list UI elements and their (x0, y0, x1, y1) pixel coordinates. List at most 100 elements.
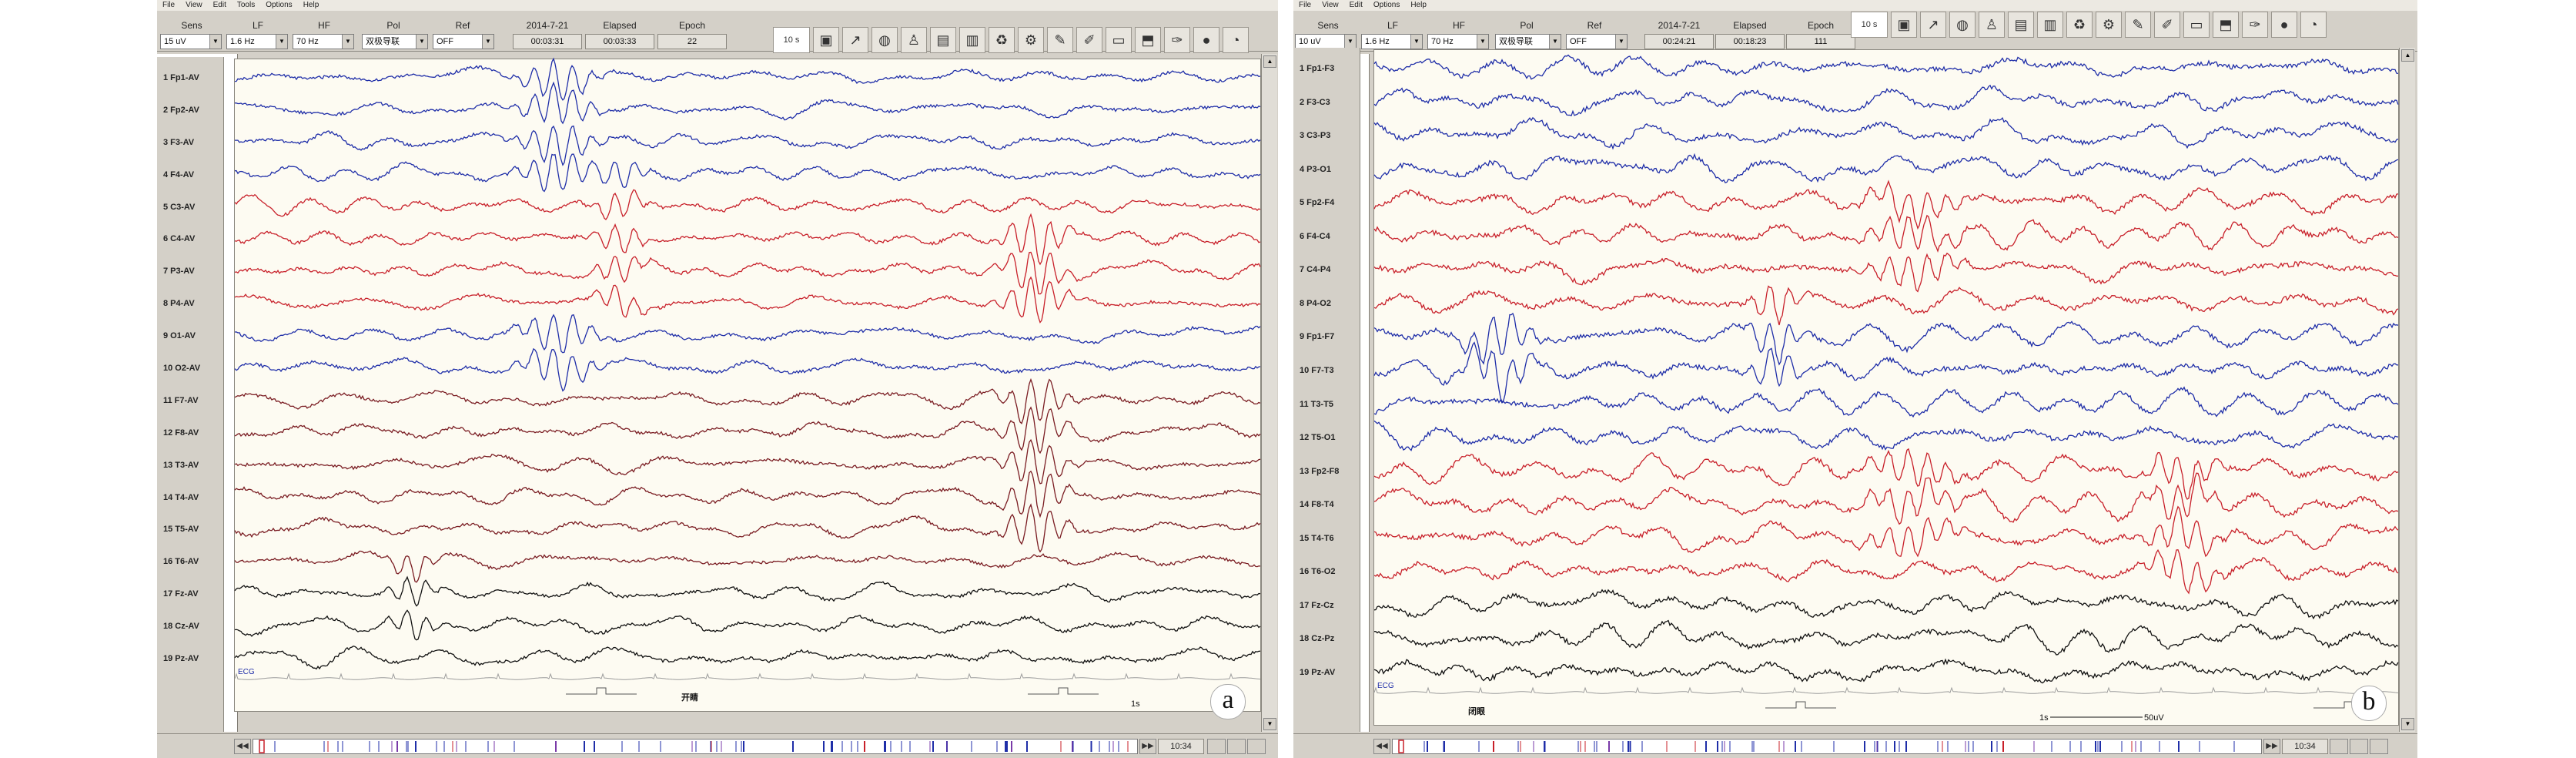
folder-icon[interactable]: ⬒ (2213, 12, 2239, 38)
speed-select[interactable]: 10 s (773, 27, 810, 53)
recording-timeline[interactable] (253, 739, 1138, 754)
menu-help[interactable]: Help (298, 0, 325, 10)
pol-select[interactable]: 双极导联 ▼ (362, 34, 428, 49)
globe-icon[interactable]: ◍ (1949, 12, 1975, 38)
forward-button[interactable]: ▶▶ (2263, 739, 2280, 754)
menu-view[interactable]: View (180, 0, 208, 10)
channel-label: 7 P3-AV (163, 267, 195, 277)
ruler-icon[interactable]: ▭ (1106, 27, 1132, 53)
eeg-trace-14 (234, 470, 1261, 518)
vertical-scrollbar[interactable]: ▲ ▼ (2399, 48, 2415, 732)
view-mode-button[interactable] (2330, 739, 2348, 754)
timeline-cursor[interactable] (259, 740, 265, 753)
edit-icon[interactable]: ✐ (2154, 12, 2180, 38)
rewind-button[interactable]: ◀◀ (1373, 739, 1390, 754)
recycle-icon[interactable]: ♻ (989, 27, 1015, 53)
settings-icon[interactable]: ⚙ (2096, 12, 2122, 38)
ruler-icon[interactable]: ▭ (2183, 12, 2210, 38)
menu-file[interactable]: File (157, 0, 180, 10)
hf-value: 70 Hz (1431, 37, 1454, 46)
channel-label: 15 T4-T6 (1300, 533, 1334, 543)
brush-icon[interactable]: ✑ (2242, 12, 2268, 38)
toolbar: 10 s ▣ ↗ ◍ ♙ ▤ ▥ ♻ ⚙ ✎ ✐ ▭ ⬒ ✑ ● ◔ (773, 26, 1249, 54)
menu-edit[interactable]: Edit (208, 0, 232, 10)
panel-label: b (2351, 686, 2387, 721)
eeg-trace-2 (1373, 84, 2399, 117)
menu-options[interactable]: Options (1368, 0, 1405, 10)
eeg-traces: ECG 开睛 1s (234, 57, 1261, 709)
sens-value: 10 uV (1299, 37, 1321, 46)
book-icon[interactable]: ▥ (2037, 12, 2063, 38)
lf-select[interactable]: 1.6 Hz ▼ (1361, 34, 1423, 49)
hf-select[interactable]: 70 Hz ▼ (293, 34, 354, 49)
person-icon[interactable]: ♙ (901, 27, 927, 53)
trigger-pulse (1765, 701, 1836, 709)
chevron-down-icon: ▼ (342, 35, 353, 49)
scroll-down-button[interactable]: ▼ (2401, 718, 2414, 730)
print-icon[interactable]: ▤ (930, 27, 956, 53)
scroll-up-button[interactable]: ▲ (1263, 55, 1276, 68)
menu-tools[interactable]: Tools (232, 0, 260, 10)
menu-view[interactable]: View (1316, 0, 1344, 10)
eeg-trace-19 (1373, 658, 2399, 684)
view-mode-button[interactable] (1207, 739, 1226, 754)
layout-button[interactable] (2350, 739, 2368, 754)
menu-options[interactable]: Options (260, 0, 297, 10)
channel-label: 4 P3-O1 (1300, 164, 1331, 174)
folder-icon[interactable]: ⬒ (1135, 27, 1161, 53)
scroll-up-button[interactable]: ▲ (2401, 49, 2414, 62)
spectrum-icon[interactable]: ◔ (2300, 12, 2327, 38)
circle-icon[interactable]: ● (1193, 27, 1219, 53)
channel-label: 2 F3-C3 (1300, 97, 1330, 107)
menu-file[interactable]: File (1293, 0, 1316, 10)
ref-select[interactable]: OFF ▼ (1566, 34, 1628, 49)
chart-icon[interactable]: ↗ (1920, 12, 1946, 38)
rewind-button[interactable]: ◀◀ (234, 739, 251, 754)
bottom-time: 10:34 (1158, 739, 1204, 754)
vertical-scrollbar[interactable]: ▲ ▼ (1261, 54, 1277, 732)
lf-select[interactable]: 1.6 Hz ▼ (226, 34, 288, 49)
circle-icon[interactable]: ● (2271, 12, 2297, 38)
save-icon[interactable]: ▣ (1891, 12, 1917, 38)
chart-icon[interactable]: ↗ (842, 27, 868, 53)
sens-select[interactable]: 10 uV ▼ (1295, 34, 1357, 49)
marker-icon[interactable]: ✎ (2125, 12, 2151, 38)
edit-icon[interactable]: ✐ (1076, 27, 1102, 53)
scroll-down-button[interactable]: ▼ (1263, 718, 1276, 730)
channel-label: 2 Fp2-AV (163, 105, 199, 115)
layout-button[interactable] (1227, 739, 1246, 754)
eeg-trace-area[interactable]: ECG 闭眼 1s 50uV (1373, 49, 2399, 726)
brush-icon[interactable]: ✑ (1164, 27, 1190, 53)
grid-button[interactable] (2370, 739, 2388, 754)
person-icon[interactable]: ♙ (1979, 12, 2005, 38)
recycle-icon[interactable]: ♻ (2066, 12, 2093, 38)
chevron-down-icon: ▼ (1477, 35, 1488, 49)
menu-edit[interactable]: Edit (1344, 0, 1368, 10)
pol-select[interactable]: 双极导联 ▼ (1495, 34, 1561, 49)
forward-button[interactable]: ▶▶ (1139, 739, 1156, 754)
grid-button[interactable] (1247, 739, 1266, 754)
pol-value: 双极导联 (1499, 37, 1533, 46)
ref-label: Ref (1587, 20, 1602, 31)
ref-select[interactable]: OFF ▼ (433, 34, 494, 49)
channel-label: 16 T6-AV (163, 557, 199, 567)
recording-timeline[interactable] (1392, 739, 2262, 754)
eeg-trace-area[interactable]: ECG 开睛 1s (234, 57, 1261, 712)
spectrum-icon[interactable]: ◔ (1223, 27, 1249, 53)
ref-value: OFF (1570, 37, 1587, 46)
chevron-down-icon: ▼ (482, 35, 493, 49)
channel-label: 10 O2-AV (163, 364, 201, 373)
sens-select[interactable]: 15 uV ▼ (160, 34, 222, 49)
marker-icon[interactable]: ✎ (1047, 27, 1073, 53)
settings-icon[interactable]: ⚙ (1018, 27, 1044, 53)
save-icon[interactable]: ▣ (813, 27, 839, 53)
speed-select[interactable]: 10 s (1851, 12, 1888, 38)
eeg-trace-11 (234, 377, 1261, 424)
timeline-cursor[interactable] (1398, 740, 1404, 753)
hf-select[interactable]: 70 Hz ▼ (1427, 34, 1489, 49)
book-icon[interactable]: ▥ (959, 27, 985, 53)
eeg-trace-5 (1373, 179, 2399, 230)
menu-help[interactable]: Help (1405, 0, 1432, 10)
print-icon[interactable]: ▤ (2008, 12, 2034, 38)
globe-icon[interactable]: ◍ (871, 27, 898, 53)
